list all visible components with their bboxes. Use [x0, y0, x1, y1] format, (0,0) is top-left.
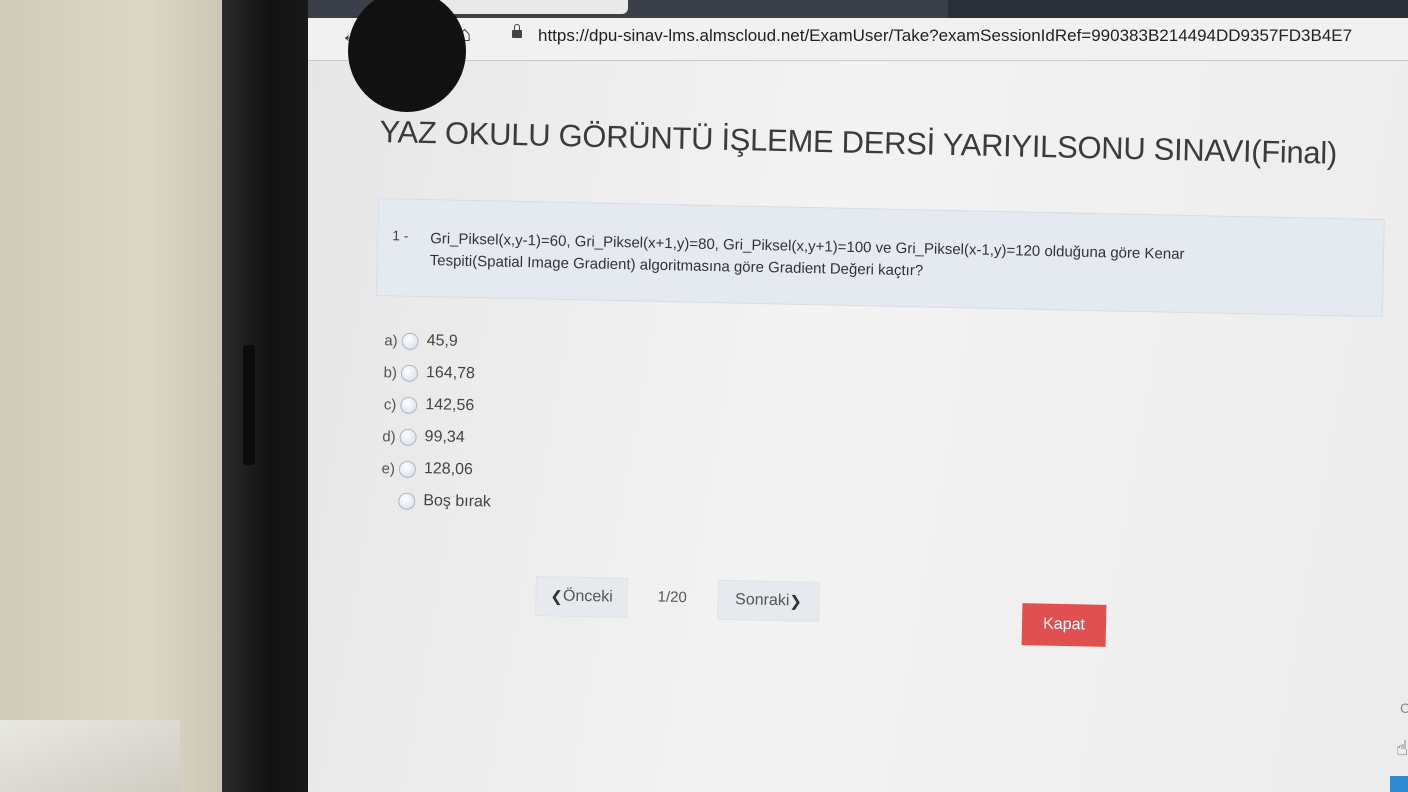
option-value: Boş bırak	[423, 492, 492, 511]
address-bar[interactable]: https://dpu-sinav-lms.almscloud.net/Exam…	[538, 26, 1352, 46]
previous-label: Önceki	[562, 587, 613, 606]
option-skip[interactable]: Boş bırak	[366, 484, 667, 522]
radio-button[interactable]	[398, 460, 417, 478]
hand-cursor-icon: ☝	[1396, 738, 1408, 760]
lock-icon	[512, 24, 522, 38]
question-box: 1 - Gri_Piksel(x,y-1)=60, Gri_Piksel(x+1…	[375, 198, 1385, 318]
radio-button[interactable]	[401, 332, 419, 350]
radio-button[interactable]	[399, 428, 417, 446]
monitor-bezel	[222, 0, 322, 792]
page-indicator: 1/20	[657, 588, 687, 607]
option-letter: e)	[381, 459, 396, 478]
tab-active[interactable]	[428, 0, 628, 14]
radio-button[interactable]	[400, 364, 419, 382]
browser-toolbar: ← ⌂ https://dpu-sinav-lms.almscloud.net/…	[308, 18, 1408, 61]
option-letter: d)	[382, 427, 396, 446]
option-value: 164,78	[425, 364, 476, 383]
corner-accent	[1390, 776, 1408, 792]
question-number: 1 -	[392, 227, 409, 244]
next-button[interactable]: Sonraki ❯	[717, 579, 820, 622]
radio-button[interactable]	[398, 492, 416, 510]
option-letter: a)	[384, 331, 398, 350]
question-text: Gri_Piksel(x,y-1)=60, Gri_Piksel(x+1,y)=…	[429, 228, 1330, 291]
desk-cloth	[0, 720, 180, 792]
option-letter	[366, 500, 398, 501]
radio-button[interactable]	[400, 396, 418, 414]
option-value: 45,9	[426, 332, 458, 350]
edge-glyph: C	[1400, 700, 1408, 716]
option-value: 99,34	[424, 428, 465, 447]
desk-background	[0, 0, 235, 792]
chevron-left-icon: ❮	[550, 588, 564, 606]
next-label: Sonraki	[734, 591, 790, 610]
option-value: 142,56	[425, 396, 475, 415]
browser-screen: ← ⌂ https://dpu-sinav-lms.almscloud.net/…	[308, 0, 1408, 792]
question-pager: ❮ Önceki 1/20 Sonraki ❯	[535, 576, 836, 626]
page-title: YAZ OKULU GÖRÜNTÜ İŞLEME DERSİ YARIYILSO…	[379, 114, 1338, 171]
previous-button[interactable]: ❮ Önceki	[535, 576, 628, 618]
chevron-right-icon: ❯	[789, 593, 803, 611]
tab-strip	[308, 0, 1408, 18]
close-exam-button[interactable]: Kapat	[1021, 603, 1107, 647]
tab-other[interactable]	[948, 0, 1408, 18]
monitor-button	[243, 345, 255, 465]
option-letter: b)	[383, 363, 398, 382]
answer-options: a) 45,9 b) 164,78 c) 142,56 d) 99,34 e) …	[366, 324, 670, 522]
webcam-occlusion	[348, 0, 466, 112]
option-value: 128,06	[423, 460, 474, 479]
option-letter: c)	[383, 395, 397, 414]
